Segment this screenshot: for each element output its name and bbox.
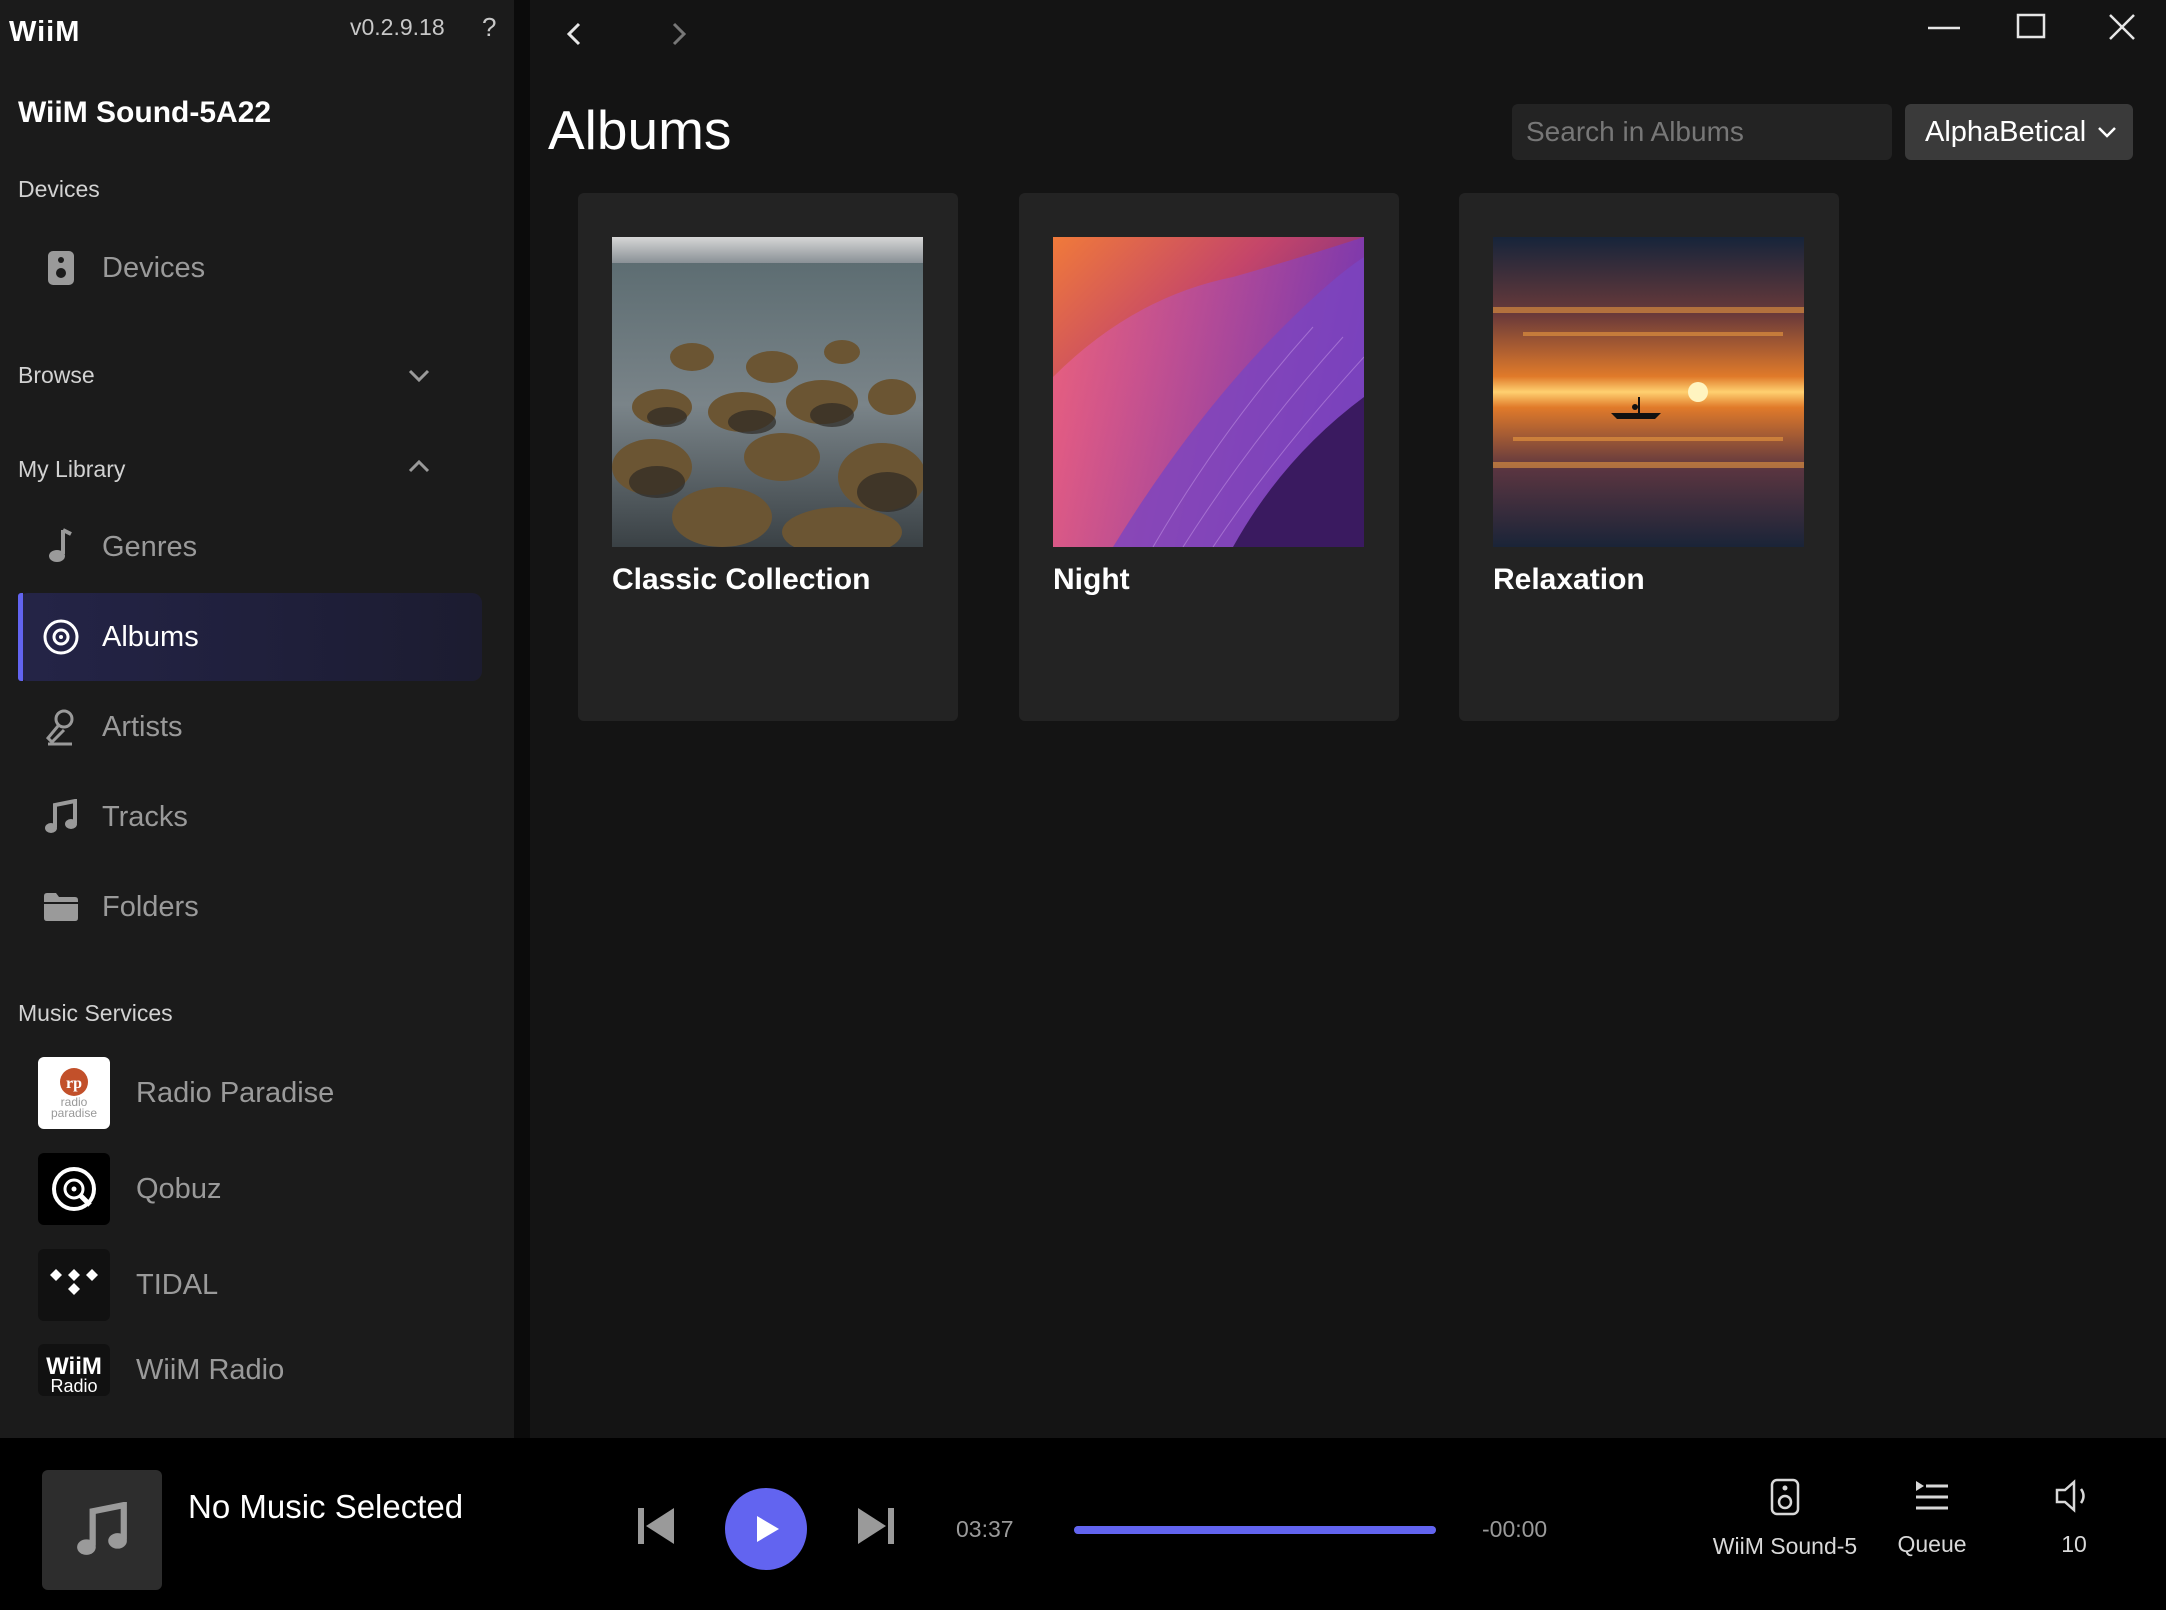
service-label: Radio Paradise: [136, 1076, 335, 1109]
album-title: Relaxation: [1493, 563, 1645, 596]
album-title: Night: [1053, 563, 1130, 596]
chevron-down-icon: [2098, 127, 2116, 138]
volume-icon: [2055, 1479, 2085, 1513]
sidebar-item-label: Tracks: [102, 800, 188, 833]
sidebar-item-label: Folders: [102, 890, 199, 923]
service-label: TIDAL: [136, 1268, 219, 1301]
radio-paradise-logo: rp radio paradise: [38, 1057, 110, 1129]
next-track-icon[interactable]: [854, 1504, 898, 1548]
service-wiim-radio[interactable]: WiiM Radio WiiM Radio: [38, 1344, 284, 1396]
album-cover-sunset-boat: [1493, 237, 1804, 547]
queue-label: Queue: [1897, 1531, 1967, 1557]
play-button[interactable]: [725, 1488, 807, 1570]
sort-value: AlphaBetical: [1925, 115, 2087, 148]
play-icon: [757, 1516, 779, 1542]
sidebar: WiiM v0.2.9.18 ? WiiM Sound-5A22 Devices…: [0, 0, 514, 1438]
album-disc-icon: [38, 614, 84, 660]
app-version: v0.2.9.18: [350, 14, 445, 40]
player-bar: No Music Selected 03:37 -00:00 WiiM Soun…: [0, 1438, 2166, 1610]
artist-icon: [38, 704, 84, 750]
wiim-radio-logo: WiiM Radio: [38, 1344, 110, 1396]
now-playing-artwork: [42, 1470, 162, 1590]
library-section-label: My Library: [18, 456, 126, 482]
output-device-label: WiiM Sound-5: [1712, 1533, 1858, 1559]
page-title: Albums: [548, 99, 732, 161]
device-title: WiiM Sound-5A22: [18, 96, 272, 129]
service-tidal[interactable]: TIDAL: [38, 1248, 218, 1322]
close-icon[interactable]: [2094, 6, 2150, 50]
service-qobuz[interactable]: Qobuz: [38, 1152, 221, 1226]
sidebar-item-label: Devices: [102, 251, 206, 284]
service-label: WiiM Radio: [136, 1353, 285, 1386]
elapsed-time: 03:37: [956, 1516, 1014, 1542]
album-title: Classic Collection: [612, 563, 871, 596]
maximize-icon[interactable]: [2003, 6, 2059, 50]
sidebar-item-tracks[interactable]: Tracks: [18, 773, 482, 861]
queue-button[interactable]: Queue: [1890, 1478, 1974, 1558]
sidebar-item-folders[interactable]: Folders: [18, 863, 482, 951]
album-card[interactable]: Relaxation: [1459, 193, 1839, 721]
output-device-button[interactable]: WiiM Sound-5: [1700, 1478, 1870, 1560]
sidebar-divider: [514, 0, 530, 1438]
tidal-logo: [38, 1249, 110, 1321]
speaker-icon: [38, 245, 84, 291]
devices-section-label: Devices: [18, 176, 100, 202]
sidebar-item-label: Genres: [102, 530, 198, 563]
wiim-logo: WiiM: [9, 16, 81, 48]
search-input[interactable]: [1512, 104, 1892, 160]
double-note-icon: [38, 794, 84, 840]
sidebar-item-albums[interactable]: Albums: [18, 593, 482, 681]
help-button[interactable]: ?: [482, 12, 496, 43]
qobuz-logo: [38, 1153, 110, 1225]
sidebar-item-label: Albums: [102, 620, 199, 653]
progress-bar[interactable]: [1074, 1526, 1436, 1534]
album-cover-purple-waves: [1053, 237, 1364, 547]
album-card[interactable]: Classic Collection: [578, 193, 958, 721]
chevron-down-icon[interactable]: [404, 360, 434, 390]
speaker-icon: [1770, 1478, 1800, 1516]
progress-fill: [1074, 1526, 1436, 1534]
sort-dropdown[interactable]: AlphaBetical: [1905, 104, 2133, 160]
services-section-label: Music Services: [18, 1000, 173, 1026]
volume-level: 10: [2061, 1531, 2087, 1557]
now-playing-title: No Music Selected: [188, 1488, 464, 1525]
volume-button[interactable]: 10: [2030, 1478, 2118, 1558]
forward-arrow-icon[interactable]: [656, 12, 700, 56]
sidebar-item-genres[interactable]: Genres: [18, 503, 482, 591]
browse-section-label: Browse: [18, 362, 95, 388]
svg-text:rp: rp: [66, 1075, 82, 1092]
sidebar-item-label: Artists: [102, 710, 183, 743]
previous-track-icon[interactable]: [634, 1504, 678, 1548]
folder-icon: [38, 884, 84, 930]
service-radio-paradise[interactable]: rp radio paradise Radio Paradise: [38, 1056, 334, 1130]
remaining-time: -00:00: [1482, 1516, 1548, 1542]
service-label: Qobuz: [136, 1172, 222, 1205]
minimize-icon[interactable]: [1916, 6, 1972, 50]
sidebar-item-devices[interactable]: Devices: [18, 224, 482, 312]
music-note-icon: [38, 524, 84, 570]
album-card[interactable]: Night: [1019, 193, 1399, 721]
sidebar-item-artists[interactable]: Artists: [18, 683, 482, 771]
chevron-up-icon[interactable]: [404, 452, 434, 482]
back-arrow-icon[interactable]: [553, 12, 597, 56]
queue-list-icon: [1916, 1481, 1948, 1510]
music-note-icon: [77, 1502, 127, 1555]
album-cover-rocky-sea: [612, 237, 923, 547]
